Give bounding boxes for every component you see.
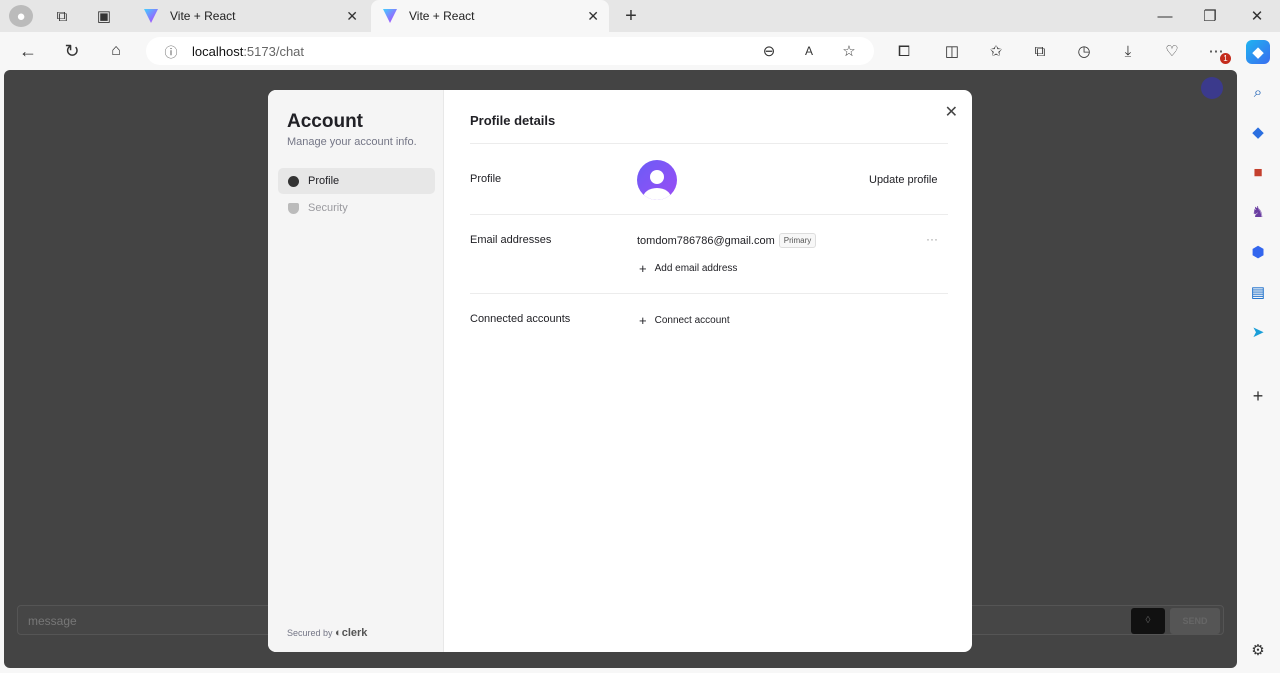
plus-icon: + — [639, 261, 647, 276]
divider — [470, 214, 948, 215]
search-icon[interactable]: ⌕ — [1248, 82, 1268, 102]
connected-label: Connected accounts — [470, 313, 571, 325]
tab-bar: ● ⧉ ▣ Vite + React ✕ Vite + React ✕ + — ❐ … — [0, 0, 1280, 32]
tools-icon[interactable]: ■ — [1248, 162, 1268, 182]
more-menu-icon[interactable]: ⋯ 1 — [1205, 40, 1231, 64]
read-aloud-icon[interactable]: A — [800, 42, 818, 60]
user-icon — [288, 175, 299, 187]
tab-title: Vite + React — [409, 9, 475, 23]
workspaces-icon[interactable]: ⧉ — [52, 6, 72, 26]
email-label: Email addresses — [470, 234, 552, 246]
close-icon[interactable]: ✕ — [945, 102, 958, 122]
split-screen-icon[interactable]: ◫ — [941, 40, 963, 62]
extensions-icon[interactable]: ⧠ — [893, 40, 915, 62]
history-icon[interactable]: ◷ — [1073, 40, 1095, 62]
account-modal: Account Manage your account info. Profil… — [268, 90, 972, 652]
divider — [470, 143, 948, 144]
tab-1[interactable]: Vite + React ✕ — [132, 0, 368, 32]
secured-by: Secured by ◐clerk — [287, 627, 367, 639]
send-icon[interactable]: ➤ — [1248, 322, 1268, 342]
secured-by-text: Secured by — [287, 628, 333, 638]
tab-actions-icon[interactable]: ▣ — [94, 6, 114, 26]
restore-icon[interactable]: ❐ — [1200, 6, 1220, 26]
back-icon[interactable]: ← — [17, 40, 39, 62]
clerk-logo[interactable]: ◐clerk — [335, 627, 367, 639]
profile-label: Profile — [470, 173, 502, 185]
add-icon[interactable]: + — [1248, 386, 1268, 406]
tab-title: Vite + React — [170, 9, 236, 23]
add-email-label: Add email address — [654, 263, 738, 274]
shield-icon — [288, 202, 299, 214]
games-icon[interactable]: ♞ — [1248, 202, 1268, 222]
collections-icon[interactable]: ⧉ — [1029, 40, 1051, 62]
info-icon[interactable]: ⓘ — [162, 42, 180, 60]
modal-content: Profile details ✕ Profile Update profile… — [444, 90, 972, 652]
url-host: localhost — [192, 43, 244, 59]
connect-account-button[interactable]: + Connect account — [639, 313, 730, 328]
send-button[interactable]: SEND — [1170, 608, 1220, 634]
email-entry: tomdom786786@gmail.com Primary — [637, 233, 817, 248]
nav-security[interactable]: Security — [278, 195, 435, 221]
update-profile-button[interactable]: Update profile — [869, 174, 938, 186]
clerk-brand: clerk — [341, 627, 368, 639]
vite-icon — [144, 9, 158, 23]
downloads-icon[interactable]: ⤓ — [1117, 40, 1139, 62]
office-icon[interactable]: ⬢ — [1248, 242, 1268, 262]
email-more-button[interactable]: ··· — [926, 232, 938, 246]
edge-sidebar: ⌕ ◆ ■ ♞ ⬢ ▤ ➤ + ⚙ — [1240, 70, 1280, 673]
tab-2[interactable]: Vite + React ✕ — [371, 0, 609, 32]
modal-title: Account — [287, 111, 363, 132]
minimize-icon[interactable]: — — [1155, 6, 1175, 26]
profile-avatar — [637, 160, 677, 200]
outlook-icon[interactable]: ▤ — [1248, 282, 1268, 302]
divider — [470, 293, 948, 294]
home-icon[interactable]: ⌂ — [105, 40, 127, 62]
modal-sidebar: Account Manage your account info. Profil… — [268, 90, 444, 652]
copilot-icon[interactable]: ◆ — [1246, 40, 1270, 64]
modal-subtitle: Manage your account info. — [287, 136, 417, 148]
primary-badge: Primary — [778, 233, 817, 248]
new-tab-icon[interactable]: + — [620, 5, 642, 27]
section-title: Profile details — [470, 113, 556, 128]
add-email-button[interactable]: + Add email address — [639, 261, 737, 276]
settings-icon[interactable]: ⚙ — [1248, 640, 1268, 660]
address-bar[interactable]: ⓘ localhost:5173/chat ⊖ A ☆ — [146, 37, 874, 65]
favorites-icon[interactable]: ✩ — [985, 40, 1007, 62]
refresh-icon[interactable]: ↻ — [61, 40, 83, 62]
shopping-icon[interactable]: ◆ — [1248, 122, 1268, 142]
nav-label: Security — [308, 202, 348, 214]
url-path: :5173/chat — [243, 43, 305, 59]
email-value: tomdom786786@gmail.com — [637, 234, 775, 247]
user-avatar[interactable] — [1201, 77, 1223, 99]
connect-account-label: Connect account — [654, 315, 730, 326]
mic-button[interactable]: ◊ — [1131, 608, 1165, 634]
favorite-star-icon[interactable]: ☆ — [840, 42, 858, 60]
profile-icon[interactable]: ● — [9, 5, 33, 27]
performance-icon[interactable]: ♡ — [1161, 40, 1183, 62]
close-window-icon[interactable]: ✕ — [1247, 6, 1267, 26]
vite-icon — [383, 9, 397, 23]
nav-label: Profile — [308, 175, 340, 187]
notification-badge: 1 — [1220, 53, 1231, 64]
nav-profile[interactable]: Profile — [278, 168, 435, 194]
close-tab-icon[interactable]: ✕ — [346, 8, 358, 25]
close-tab-icon[interactable]: ✕ — [587, 8, 599, 25]
plus-icon: + — [639, 313, 647, 328]
zoom-out-icon[interactable]: ⊖ — [760, 42, 778, 60]
